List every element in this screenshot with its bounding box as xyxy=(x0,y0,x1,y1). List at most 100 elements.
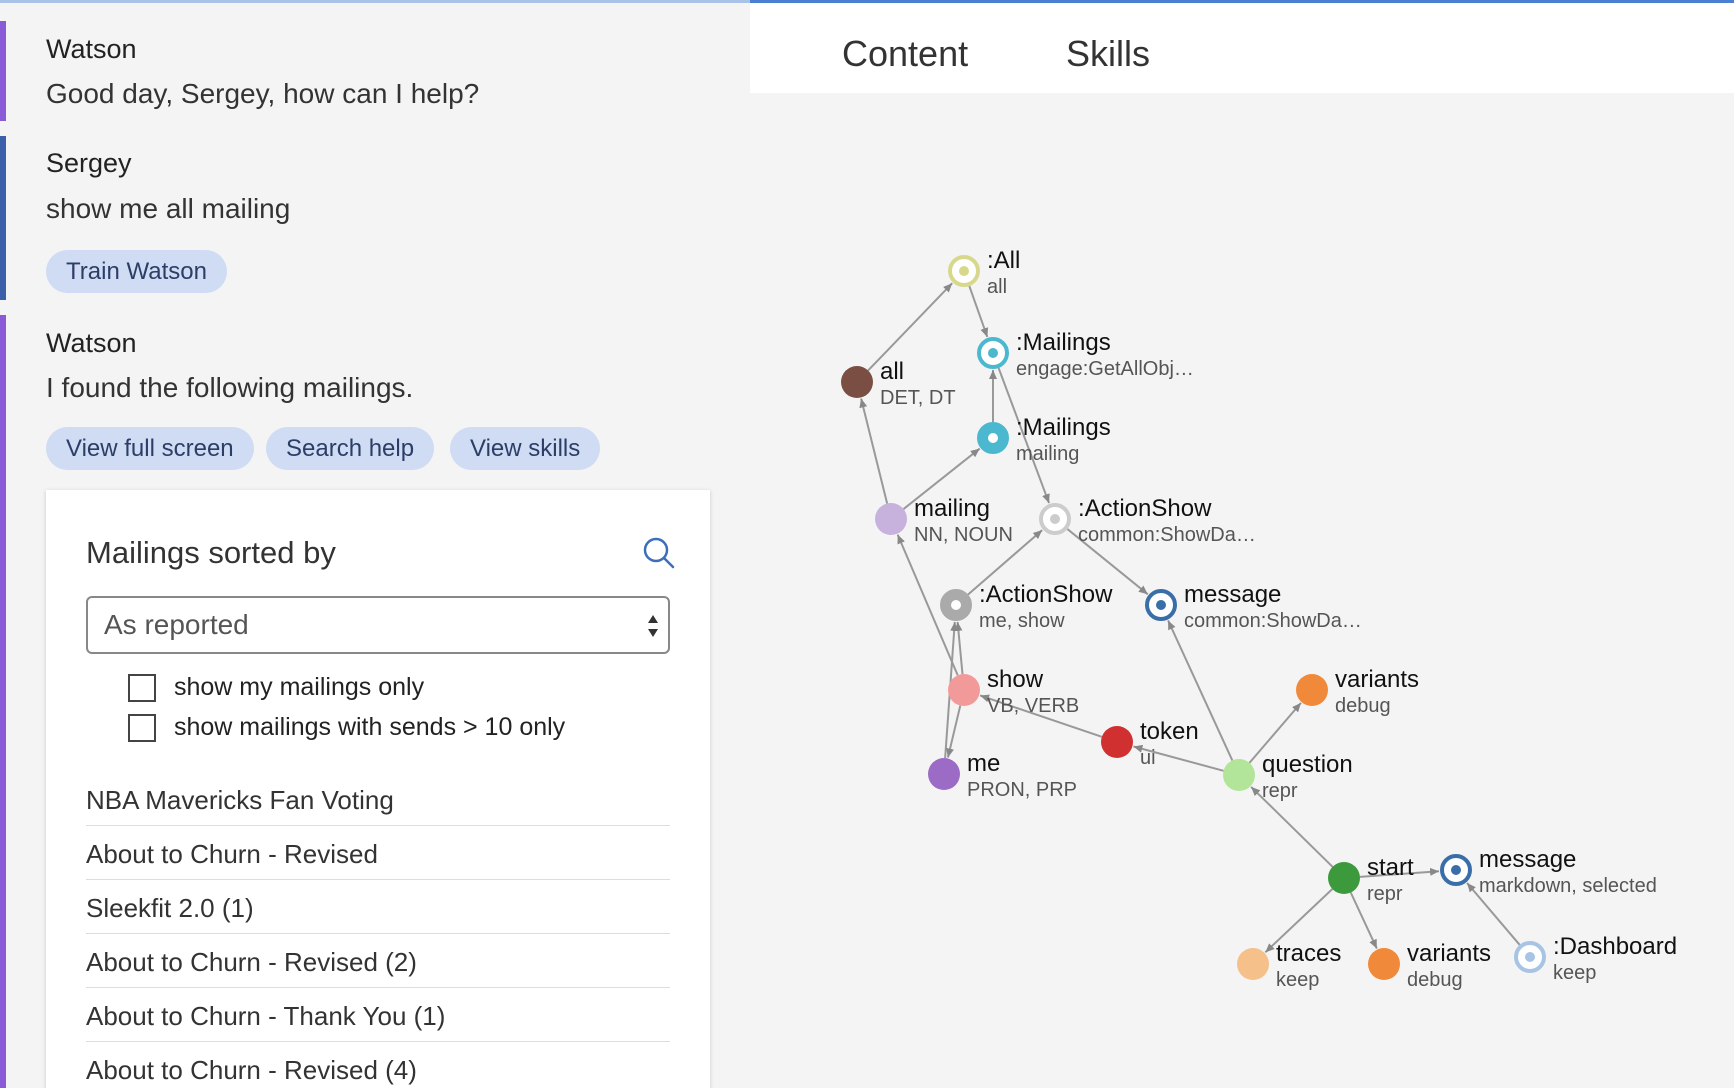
graph-node-circle[interactable] xyxy=(948,674,980,706)
graph-node-sublabel: DET, DT xyxy=(880,387,956,409)
sort-select[interactable]: As reported xyxy=(86,596,670,654)
graph-node-token[interactable]: tokenui xyxy=(1101,718,1199,769)
graph-node-sublabel: mailing xyxy=(1016,443,1079,465)
message-author: Sergey xyxy=(46,148,132,178)
graph-node-mail_ent[interactable]: :Mailingsengage:GetAllObj… xyxy=(977,329,1194,380)
graph-node-sublabel: VB, VERB xyxy=(987,695,1079,717)
list-item[interactable]: About to Churn - Thank You (1) xyxy=(86,988,670,1042)
list-item[interactable]: NBA Mavericks Fan Voting xyxy=(86,772,670,826)
graph-edge-show-me xyxy=(946,705,962,758)
tab-skills[interactable]: Skills xyxy=(1066,33,1150,75)
mailings-card: Mailings sorted by As reported show my m… xyxy=(46,490,710,1088)
graph-node-label: variants xyxy=(1407,940,1491,967)
graph-node-all_ent[interactable]: :Allall xyxy=(948,247,1020,298)
tab-content[interactable]: Content xyxy=(842,33,968,75)
graph-node-circle[interactable] xyxy=(1101,726,1133,758)
graph-node-show[interactable]: showVB, VERB xyxy=(948,666,1079,717)
graph-node-sublabel: repr xyxy=(1367,883,1403,905)
graph-node-sublabel: repr xyxy=(1262,780,1298,802)
graph-node-dot xyxy=(988,433,998,443)
graph-node-traces[interactable]: traceskeep xyxy=(1237,940,1341,991)
graph-node-sublabel: PRON, PRP xyxy=(967,779,1077,801)
graph-node-mail_ent2[interactable]: :Mailingsmailing xyxy=(977,414,1111,465)
graph-node-sublabel: common:ShowDa… xyxy=(1078,524,1256,546)
checkbox[interactable] xyxy=(128,674,156,702)
graph-node-question[interactable]: questionrepr xyxy=(1223,751,1353,802)
graph-node-circle[interactable] xyxy=(928,758,960,790)
list-item[interactable]: About to Churn - Revised (4) xyxy=(86,1042,670,1088)
chat-pane: Watson Good day, Sergey, how can I help?… xyxy=(0,3,750,1088)
graph-node-message1[interactable]: messagecommon:ShowDa… xyxy=(1145,581,1362,632)
message-text: Good day, Sergey, how can I help? xyxy=(46,78,480,109)
graph-node-label: :Mailings xyxy=(1016,414,1111,441)
list-item[interactable]: Sleekfit 2.0 (1) xyxy=(86,880,670,934)
search-help-button[interactable]: Search help xyxy=(266,427,435,470)
graph-node-label: :ActionShow xyxy=(979,581,1113,608)
graph-node-label: all xyxy=(880,358,904,385)
graph-edge-all_ent-mail_ent xyxy=(968,285,989,338)
tab-bar: Content Skills xyxy=(750,3,1734,93)
chat-message-sergey: Sergey show me all mailing Train Watson xyxy=(0,136,750,300)
search-icon[interactable] xyxy=(642,536,676,570)
graph-node-all_tok[interactable]: allDET, DT xyxy=(841,358,956,409)
graph-node-sublabel: ui xyxy=(1140,747,1156,769)
chat-message-watson-results: Watson I found the following mailings. V… xyxy=(0,315,750,1088)
message-author: Watson xyxy=(46,34,137,64)
graph-node-label: start xyxy=(1367,854,1414,881)
graph-node-dot xyxy=(1050,514,1060,524)
view-full-screen-button[interactable]: View full screen xyxy=(46,427,254,470)
parse-graph[interactable]: :Allall:Mailingsengage:GetAllObj…allDET,… xyxy=(750,93,1734,1083)
graph-node-label: question xyxy=(1262,751,1353,778)
graph-node-sublabel: markdown, selected xyxy=(1479,875,1657,897)
graph-node-circle[interactable] xyxy=(1328,862,1360,894)
graph-node-sublabel: me, show xyxy=(979,610,1065,632)
graph-node-label: :ActionShow xyxy=(1078,495,1212,522)
graph-node-circle[interactable] xyxy=(841,366,873,398)
graph-node-label: :Mailings xyxy=(1016,329,1111,356)
checkbox-label: show mailings with sends > 10 only xyxy=(174,713,566,741)
graph-node-circle[interactable] xyxy=(1223,759,1255,791)
message-author: Watson xyxy=(46,328,137,358)
graph-node-dot xyxy=(1525,952,1535,962)
sort-select-value: As reported xyxy=(104,609,249,640)
graph-edge-show-act2 xyxy=(954,621,964,675)
graph-node-label: :All xyxy=(987,247,1020,274)
mailings-list: NBA Mavericks Fan Voting About to Churn … xyxy=(86,772,670,1088)
graph-node-sublabel: engage:GetAllObj… xyxy=(1016,358,1194,380)
list-item[interactable]: About to Churn - Revised (2) xyxy=(86,934,670,988)
view-skills-button[interactable]: View skills xyxy=(450,427,601,470)
graph-node-dot xyxy=(988,348,998,358)
graph-node-variants2[interactable]: variantsdebug xyxy=(1368,940,1491,991)
graph-node-circle[interactable] xyxy=(1237,948,1269,980)
graph-node-dot xyxy=(1156,600,1166,610)
graph-node-circle[interactable] xyxy=(1368,948,1400,980)
checkbox[interactable] xyxy=(128,714,156,742)
message-text: I found the following mailings. xyxy=(46,372,414,403)
graph-node-message2[interactable]: messagemarkdown, selected xyxy=(1440,846,1657,897)
graph-node-start[interactable]: startrepr xyxy=(1328,854,1414,905)
train-watson-button[interactable]: Train Watson xyxy=(46,250,227,293)
message-text: show me all mailing xyxy=(46,193,291,224)
graph-node-sublabel: common:ShowDa… xyxy=(1184,610,1362,632)
graph-node-label: :Dashboard xyxy=(1553,933,1677,960)
graph-node-dashboard[interactable]: :Dashboardkeep xyxy=(1514,933,1677,984)
graph-node-act1[interactable]: :ActionShowcommon:ShowDa… xyxy=(1039,495,1256,546)
graph-node-circle[interactable] xyxy=(1296,674,1328,706)
graph-node-dot xyxy=(1451,865,1461,875)
message-bar xyxy=(0,21,6,121)
chat-message-watson-greeting: Watson Good day, Sergey, how can I help? xyxy=(0,21,750,121)
graph-node-circle[interactable] xyxy=(875,503,907,535)
graph-node-variants1[interactable]: variantsdebug xyxy=(1296,666,1419,717)
graph-node-sublabel: keep xyxy=(1276,969,1319,991)
graph-node-dot xyxy=(951,600,961,610)
graph-node-mailing[interactable]: mailingNN, NOUN xyxy=(875,495,1013,546)
skills-pane: Content Skills :All all:Mailings engage:Ge… xyxy=(750,3,1734,1088)
graph-node-sublabel: keep xyxy=(1553,962,1596,984)
graph-node-dot xyxy=(959,266,969,276)
graph-node-me[interactable]: mePRON, PRP xyxy=(928,750,1077,801)
graph-node-act2[interactable]: :ActionShowme, show xyxy=(940,581,1113,632)
graph-node-label: mailing xyxy=(914,495,990,522)
graph-node-label: token xyxy=(1140,718,1199,745)
graph-node-sublabel: all xyxy=(987,276,1007,298)
list-item[interactable]: About to Churn - Revised xyxy=(86,826,670,880)
